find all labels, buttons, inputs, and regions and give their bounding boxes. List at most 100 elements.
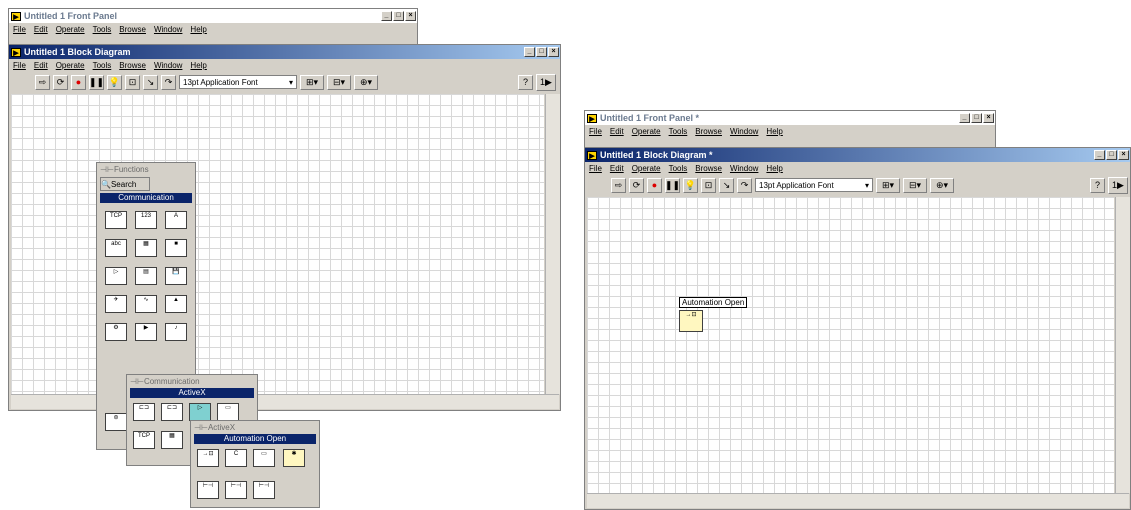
udp-icon[interactable]: 123: [135, 211, 157, 229]
close-button[interactable]: ×: [983, 113, 994, 123]
right-front-panel-window[interactable]: ▶ Untitled 1 Front Panel * _ □ × File Ed…: [584, 110, 996, 150]
font-select[interactable]: 13pt Application Font ▾: [179, 75, 297, 89]
menu-browse[interactable]: Browse: [119, 61, 146, 70]
menu-operate[interactable]: Operate: [56, 25, 85, 34]
file-io-icon[interactable]: 💾: [165, 267, 187, 285]
to-variant-icon[interactable]: ▦: [161, 431, 183, 449]
select-vi-icon[interactable]: ⊜: [105, 413, 127, 431]
run-continuously-icon[interactable]: ⟳: [629, 177, 644, 193]
motion-icon[interactable]: ▶: [135, 323, 157, 341]
menu-help[interactable]: Help: [766, 164, 782, 173]
automation-refnum-icon[interactable]: C: [225, 449, 247, 467]
irda-icon[interactable]: A: [165, 211, 187, 229]
right-block-diagram-titlebar[interactable]: ▶ Untitled 1 Block Diagram * _ □ ×: [585, 148, 1130, 162]
menu-file[interactable]: File: [589, 127, 602, 136]
dotnet-icon[interactable]: ■: [165, 239, 187, 257]
communication-palette-title[interactable]: ⊣⊢ Communication: [127, 375, 257, 387]
minimize-button[interactable]: _: [381, 11, 392, 21]
menu-tools[interactable]: Tools: [669, 127, 688, 136]
method-icon[interactable]: ⊢⊣: [225, 481, 247, 499]
menu-help[interactable]: Help: [190, 25, 206, 34]
pushpin-icon[interactable]: ⊣⊢: [194, 423, 208, 432]
right-diagram-canvas[interactable]: [587, 197, 1114, 493]
maximize-button[interactable]: □: [1106, 150, 1117, 160]
sound-icon[interactable]: ♪: [165, 323, 187, 341]
property-icon[interactable]: ⊢⊣: [197, 481, 219, 499]
right-block-diagram-window[interactable]: ▶ Untitled 1 Block Diagram * _ □ × File …: [584, 147, 1131, 510]
highlight-execution-icon[interactable]: 💡: [107, 74, 122, 90]
pushpin-icon[interactable]: ⊣⊢: [130, 377, 144, 386]
step-into-icon[interactable]: ↘: [143, 74, 158, 90]
automation-open-small-icon[interactable]: ⊏⊐: [133, 403, 155, 421]
pause-icon[interactable]: ❚❚: [665, 177, 680, 193]
abort-icon[interactable]: ●: [71, 74, 86, 90]
analyze-icon[interactable]: ∿: [135, 295, 157, 313]
vi-icon[interactable]: 1▶: [536, 73, 556, 91]
run-icon[interactable]: ⇨: [35, 74, 50, 90]
menu-tools[interactable]: Tools: [93, 61, 112, 70]
menu-browse[interactable]: Browse: [119, 25, 146, 34]
menu-tools[interactable]: Tools: [669, 164, 688, 173]
functions-palette-title[interactable]: ⊣⊢ Functions: [97, 163, 195, 175]
close-button[interactable]: ×: [548, 47, 559, 57]
align-objects-icon[interactable]: ⊞▾: [876, 177, 900, 193]
invoke-node-icon[interactable]: ▷: [189, 403, 211, 421]
run-continuously-icon[interactable]: ⟳: [53, 74, 68, 90]
distribute-objects-icon[interactable]: ⊟▾: [327, 74, 351, 90]
context-help-icon[interactable]: ?: [1090, 177, 1105, 193]
horizontal-scrollbar[interactable]: [11, 394, 559, 409]
run-icon[interactable]: ⇨: [611, 177, 626, 193]
menu-edit[interactable]: Edit: [610, 127, 624, 136]
pushpin-icon[interactable]: ⊣⊢: [100, 165, 114, 174]
menu-file[interactable]: File: [13, 61, 26, 70]
left-diagram-canvas[interactable]: [11, 94, 544, 394]
menu-file[interactable]: File: [13, 25, 26, 34]
close-reference-icon[interactable]: ▭: [217, 403, 239, 421]
align-objects-icon[interactable]: ⊞▾: [300, 74, 324, 90]
menu-browse[interactable]: Browse: [695, 127, 722, 136]
horizontal-scrollbar[interactable]: [587, 493, 1129, 508]
reorder-icon[interactable]: ⊕▾: [354, 74, 378, 90]
automation-open-node[interactable]: →⊡: [679, 310, 703, 332]
activex-palette-title[interactable]: ⊣⊢ ActiveX: [191, 421, 319, 433]
instrument-io-icon[interactable]: ⚙: [105, 323, 127, 341]
menu-help[interactable]: Help: [766, 127, 782, 136]
activex-icon[interactable]: ▦: [135, 239, 157, 257]
highlight-execution-icon[interactable]: 💡: [683, 177, 698, 193]
menu-window[interactable]: Window: [730, 127, 758, 136]
step-into-icon[interactable]: ↘: [719, 177, 734, 193]
smtp-icon[interactable]: ▷: [105, 267, 127, 285]
menu-edit[interactable]: Edit: [610, 164, 624, 173]
menu-window[interactable]: Window: [154, 25, 182, 34]
variant-to-data-icon[interactable]: TCP: [133, 431, 155, 449]
maximize-button[interactable]: □: [971, 113, 982, 123]
activex-container-icon[interactable]: ▭: [253, 449, 275, 467]
menu-help[interactable]: Help: [190, 61, 206, 70]
waveform-icon[interactable]: ✈: [105, 295, 127, 313]
font-select[interactable]: 13pt Application Font ▾: [755, 178, 873, 192]
menu-window[interactable]: Window: [154, 61, 182, 70]
minimize-button[interactable]: _: [1094, 150, 1105, 160]
step-over-icon[interactable]: ↷: [161, 74, 176, 90]
serial-icon[interactable]: ▤: [135, 267, 157, 285]
vi-icon[interactable]: 1▶: [1108, 176, 1128, 194]
retain-wire-values-icon[interactable]: ⊡: [125, 74, 140, 90]
menu-window[interactable]: Window: [730, 164, 758, 173]
left-front-panel-titlebar[interactable]: ▶ Untitled 1 Front Panel _ □ ×: [9, 9, 417, 23]
minimize-button[interactable]: _: [524, 47, 535, 57]
close-button[interactable]: ×: [405, 11, 416, 21]
retain-wire-values-icon[interactable]: ⊡: [701, 177, 716, 193]
menu-file[interactable]: File: [589, 164, 602, 173]
property-node-icon[interactable]: ⊏⊐: [161, 403, 183, 421]
menu-edit[interactable]: Edit: [34, 25, 48, 34]
math-icon[interactable]: ▲: [165, 295, 187, 313]
pause-icon[interactable]: ❚❚: [89, 74, 104, 90]
left-front-panel-window[interactable]: ▶ Untitled 1 Front Panel _ □ × File Edit…: [8, 8, 418, 48]
menu-edit[interactable]: Edit: [34, 61, 48, 70]
minimize-button[interactable]: _: [959, 113, 970, 123]
tcp-icon[interactable]: TCP: [105, 211, 127, 229]
context-help-icon[interactable]: ?: [518, 74, 533, 90]
step-over-icon[interactable]: ↷: [737, 177, 752, 193]
abort-icon[interactable]: ●: [647, 177, 662, 193]
left-block-diagram-titlebar[interactable]: ▶ Untitled 1 Block Diagram _ □ ×: [9, 45, 560, 59]
